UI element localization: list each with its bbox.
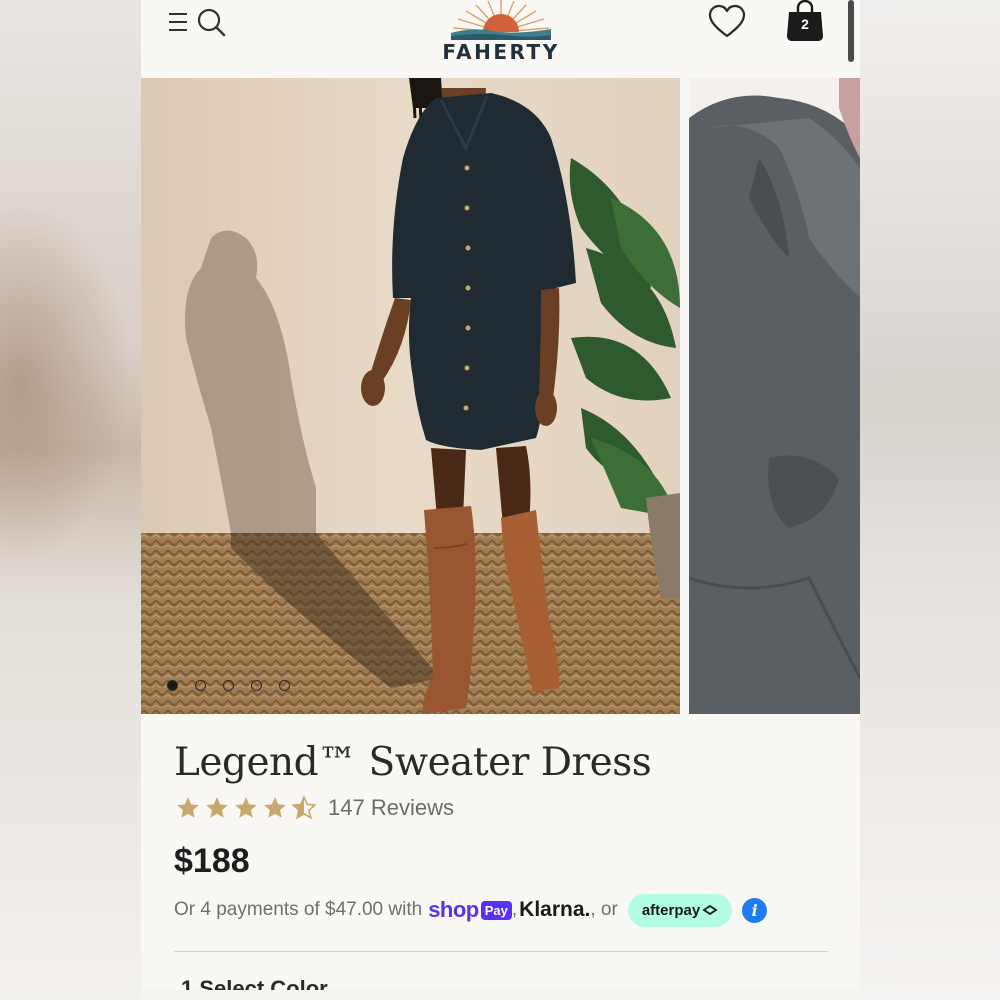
shop-pay-badge: Pay [480, 900, 512, 920]
afterpay-label: afterpay [641, 901, 701, 919]
gallery-dot[interactable] [251, 680, 262, 691]
klarna-logo: Klarna. [519, 898, 591, 921]
afterpay-arrows-icon [702, 904, 718, 916]
star-half-icon [291, 795, 317, 820]
shop-pay-logo: shop [428, 897, 479, 922]
product-price: $188 [174, 842, 250, 880]
reviews-link[interactable]: 147 Reviews [328, 795, 454, 821]
gallery-dot[interactable] [167, 680, 178, 691]
installments-row: Or 4 payments of $47.00 with shop Pay , … [174, 890, 768, 930]
star-full-icon [235, 797, 257, 818]
gallery-pagination [167, 680, 290, 694]
section-divider [174, 951, 828, 952]
product-photo [141, 78, 680, 714]
brand-logo[interactable]: FAHERTY [433, 0, 569, 70]
installments-or: , or [590, 899, 618, 920]
rating-row[interactable]: 147 Reviews [175, 793, 454, 823]
site-header: FAHERTY 2 [141, 0, 860, 77]
gallery-dot[interactable] [195, 680, 206, 691]
background-blur-left [0, 0, 141, 1000]
search-icon[interactable] [195, 6, 227, 38]
afterpay-badge[interactable]: afterpay [627, 893, 733, 927]
gallery-dot[interactable] [279, 680, 290, 691]
brand-wordmark: FAHERTY [442, 40, 560, 64]
product-image-main[interactable] [141, 78, 680, 714]
menu-icon[interactable] [167, 8, 195, 36]
product-page: FAHERTY 2 Legend™ Sweater Dress 147 Revi… [141, 0, 860, 990]
gallery-dot[interactable] [223, 680, 234, 691]
cart-count-badge: 2 [801, 16, 809, 32]
scrollbar[interactable] [848, 0, 854, 62]
product-photo-next [689, 78, 860, 714]
cart-bag-button[interactable]: 2 [785, 0, 825, 44]
select-color-heading: 1 Select Color [181, 976, 328, 990]
sun-logo-icon [451, 0, 551, 40]
background-blur-right [860, 0, 1000, 1000]
star-full-icon [206, 797, 228, 818]
installments-text: Or 4 payments of $47.00 with [174, 899, 423, 920]
product-image-next[interactable] [689, 78, 860, 714]
product-title: Legend™ Sweater Dress [174, 740, 652, 785]
star-full-icon [264, 797, 286, 818]
info-icon[interactable]: i [742, 897, 768, 923]
star-full-icon [177, 797, 199, 818]
wishlist-heart-icon[interactable] [707, 4, 747, 40]
installments-comma: , [511, 899, 518, 920]
